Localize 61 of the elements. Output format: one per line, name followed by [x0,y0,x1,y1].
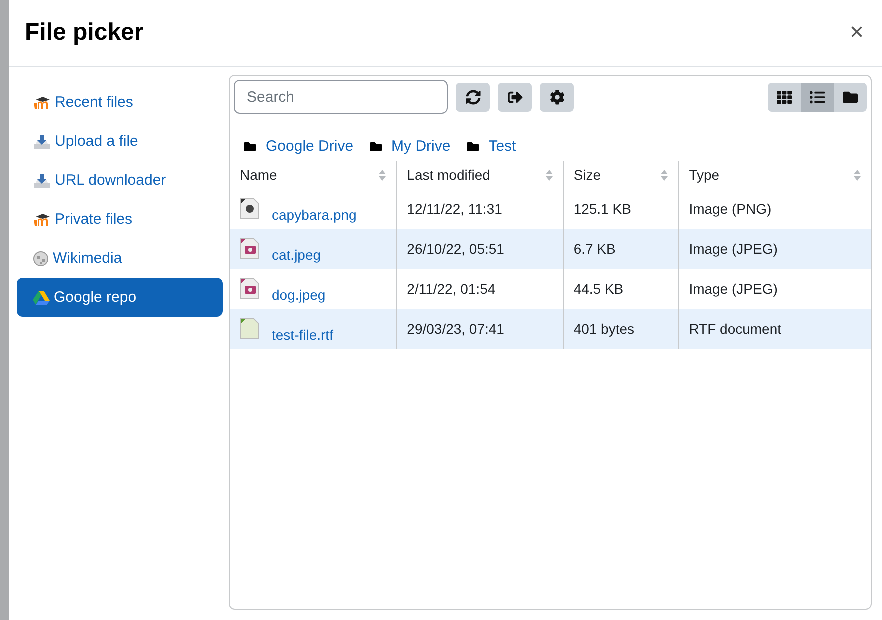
column-header[interactable]: Size [574,167,602,183]
breadcrumb-link[interactable]: Google Drive [266,138,354,155]
settings-icon [550,90,564,104]
sort-icon [546,170,553,180]
view-toggle-button[interactable] [801,82,834,112]
table-cell: 401 bytes [574,321,635,337]
list-view-icon [810,90,825,104]
repository-item[interactable]: Upload a file [17,122,223,161]
column-header[interactable]: Last modified [407,167,490,183]
file-camera-icon [240,238,260,260]
close-button[interactable]: × [848,19,866,47]
folder-icon [370,140,382,152]
file-link[interactable]: dog.jpeg [272,287,326,303]
folder-icon [244,140,256,152]
grid-view-icon [777,90,792,104]
logout-icon [508,90,522,104]
drive-icon [33,290,50,305]
repository-item[interactable]: Wikimedia [17,239,223,278]
sort-icon [854,170,861,180]
breadcrumb-link[interactable]: Test [488,138,516,155]
file-link[interactable]: cat.jpeg [272,247,322,263]
folder-icon [466,140,479,152]
table-cell: 12/11/22, 11:31 [407,201,502,217]
settings-button[interactable] [540,82,574,112]
view-toggle-button[interactable] [768,82,801,112]
graduation-cap-icon [33,96,51,110]
file-document-icon [240,318,260,340]
repository-item[interactable]: URL downloader [17,161,223,200]
table-cell: 125.1 KB [574,201,632,217]
repository-item[interactable]: Google repo [17,278,223,317]
file-link[interactable]: capybara.png [272,207,357,223]
logout-button[interactable] [498,82,532,112]
refresh-button[interactable] [456,82,490,112]
column-header[interactable]: Name [240,167,278,183]
sort-icon [379,170,386,180]
table-cell: 26/10/22, 05:51 [407,241,504,257]
table-cell: 29/03/23, 07:41 [407,321,504,337]
globe-icon [33,250,49,266]
repository-item[interactable]: Recent files [17,83,223,122]
sort-icon [661,170,668,180]
refresh-icon [466,90,480,104]
table-cell: Image (JPEG) [689,281,778,297]
table-cell: 6.7 KB [574,241,616,257]
graduation-cap-icon [33,212,51,226]
breadcrumb-link[interactable]: My Drive [392,138,451,155]
view-toggle-button[interactable] [834,82,867,112]
file-camera-icon [240,278,260,300]
table-cell: RTF document [689,321,782,337]
file-gear-icon [240,198,260,220]
table-cell: Image (JPEG) [689,241,778,257]
table-cell: 44.5 KB [574,281,624,297]
upload-icon [33,172,51,188]
file-link[interactable]: test-file.rtf [272,327,334,343]
search-field[interactable]: Search [234,80,448,114]
table-cell: 2/11/22, 01:54 [407,281,496,297]
repository-item[interactable]: Private files [17,200,223,239]
column-header[interactable]: Type [689,167,720,183]
dialog-title: File picker [25,19,144,47]
upload-icon [33,134,51,150]
folder-view-icon [843,90,858,104]
table-cell: Image (PNG) [689,201,772,217]
